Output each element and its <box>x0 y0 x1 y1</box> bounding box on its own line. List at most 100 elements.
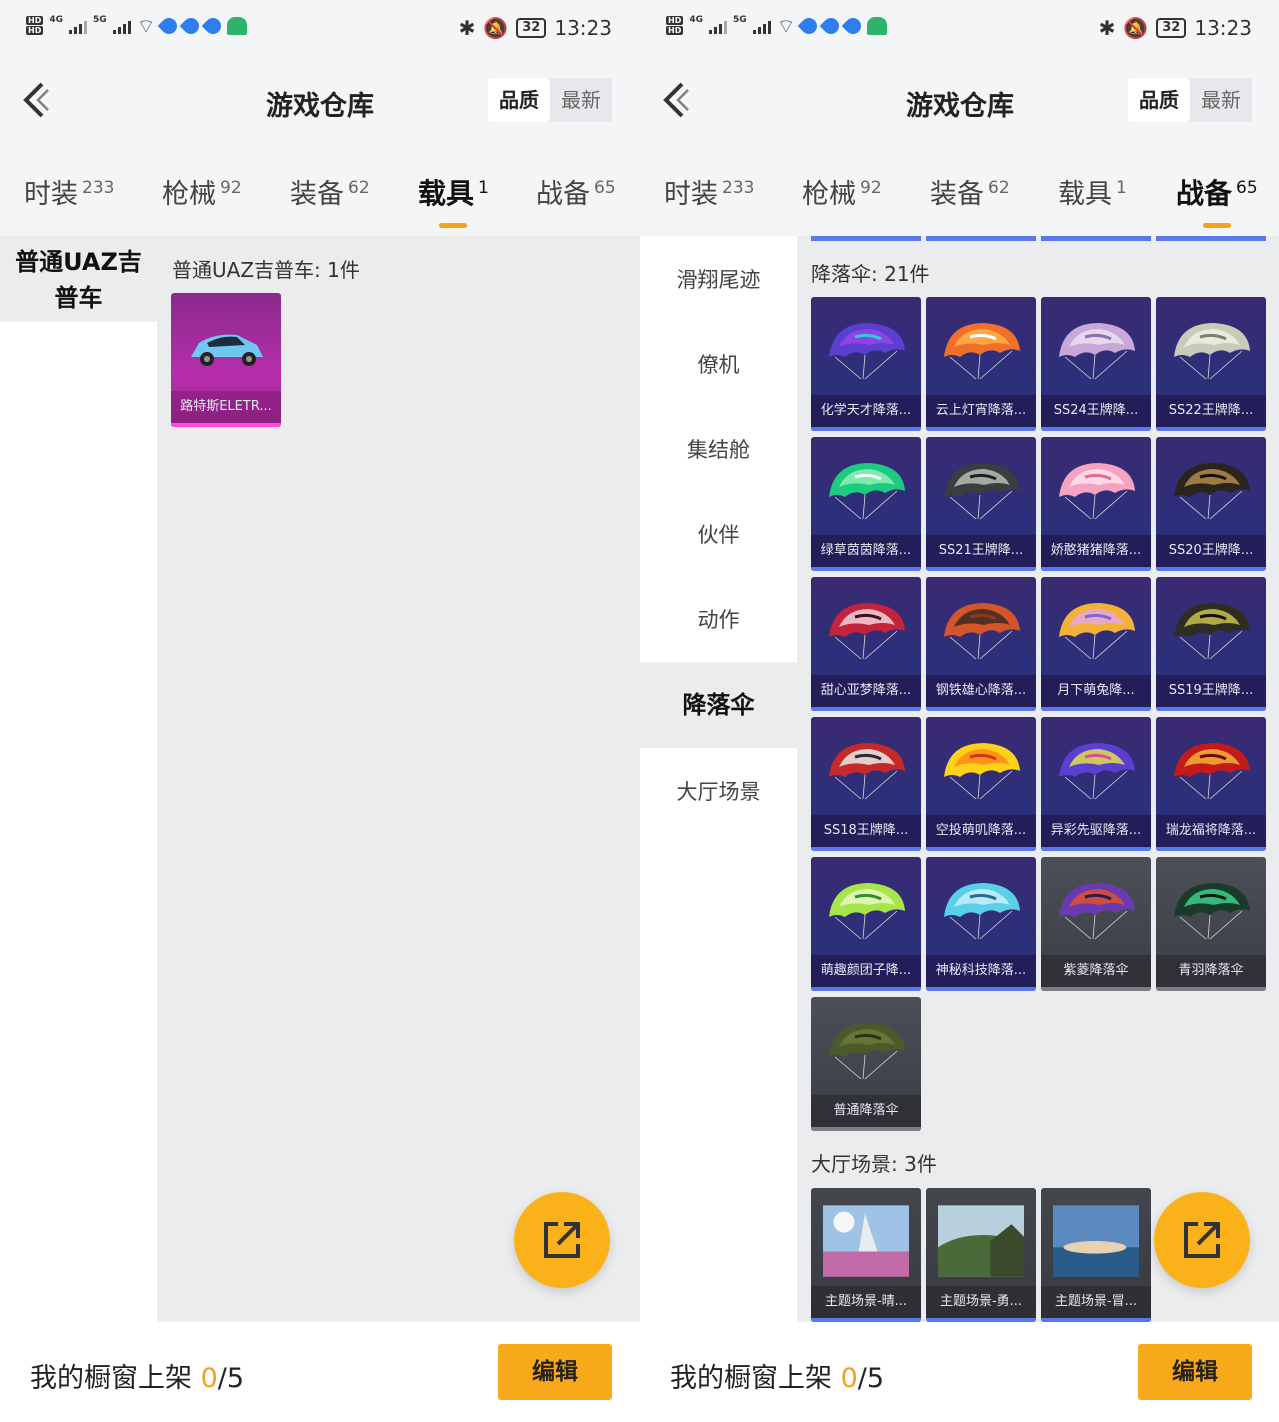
parachute-card[interactable]: SS18王牌降... <box>811 717 921 851</box>
tab-vehicles[interactable]: 载具 1 <box>1058 172 1127 211</box>
category-tabs: 时装 233 枪械 92 装备 62 载具 1 战备 65 <box>0 160 640 230</box>
rarity-bar <box>926 567 1036 571</box>
edit-button[interactable]: 编辑 <box>498 1344 612 1400</box>
parachute-card[interactable]: SS20王牌降... <box>1156 437 1266 571</box>
parachute-card[interactable]: 甜心亚梦降落... <box>811 577 921 711</box>
parachute-card[interactable]: SS19王牌降... <box>1156 577 1266 711</box>
signal-icon <box>112 18 131 34</box>
parachute-label: SS18王牌降... <box>811 815 921 847</box>
tab-fashion[interactable]: 时装 233 <box>24 172 114 211</box>
parachute-card[interactable]: 绿草茵茵降落... <box>811 437 921 571</box>
sidebar-item-glide-trail[interactable]: 滑翔尾迹 <box>640 236 797 321</box>
tab-fashion[interactable]: 时装 233 <box>664 172 754 211</box>
wifi-icon: ⌔ <box>136 14 156 38</box>
rarity-bar <box>811 707 921 711</box>
sidebar-item-companion[interactable]: 伙伴 <box>640 491 797 576</box>
tab-count: 1 <box>1116 178 1127 198</box>
parachute-label: 空投萌叽降落... <box>926 815 1036 847</box>
parachute-section-title: 降落伞: 21件 <box>811 262 930 286</box>
sort-toggle: 品质 最新 <box>1128 78 1252 122</box>
parachute-icon <box>1059 603 1135 660</box>
parachute-label: SS22王牌降... <box>1156 395 1266 427</box>
scene-label: 主题场景-晴... <box>811 1286 921 1318</box>
parachute-card[interactable]: SS22王牌降... <box>1156 297 1266 431</box>
rarity-bar <box>811 987 921 991</box>
parachute-icon <box>1174 743 1250 800</box>
tab-equipment[interactable]: 装备 62 <box>930 172 1010 211</box>
sidebar-item-uaz-jeep[interactable]: 普通UAZ吉普车 <box>0 236 157 322</box>
sidebar-item-lobby-scene[interactable]: 大厅场景 <box>640 748 797 833</box>
showcase-label: 我的橱窗上架 <box>670 1363 841 1394</box>
signal-icon <box>69 18 87 34</box>
hd-icon: HD HD <box>666 16 684 35</box>
parachute-card[interactable]: 普通降落伞 <box>811 997 921 1131</box>
scene-label: 主题场景-冒... <box>1041 1286 1151 1318</box>
parachute-label: 云上灯宵降落... <box>926 395 1036 427</box>
parachute-card[interactable]: 神秘科技降落... <box>926 857 1036 991</box>
parachute-label: 普通降落伞 <box>811 1095 921 1127</box>
rarity-bar <box>1041 707 1151 711</box>
scene-card[interactable]: 主题场景-晴... <box>811 1188 921 1322</box>
showcase-current-count: 0 <box>200 1363 218 1394</box>
android-app-icon <box>867 17 888 35</box>
parachute-icon <box>944 883 1020 940</box>
scene-card[interactable]: 主题场景-冒... <box>1041 1188 1151 1322</box>
parachute-card[interactable]: 月下萌兔降... <box>1041 577 1151 711</box>
bluetooth-icon: ✱ <box>1098 16 1116 40</box>
back-arrow-icon[interactable] <box>658 80 698 120</box>
app-notification-icon <box>798 14 821 38</box>
status-bar: HD HD 4G 5G ⌔ ✱ 🔕 32 13:23 <box>0 0 640 60</box>
tab-underline <box>439 223 468 228</box>
tab-weapons[interactable]: 枪械 92 <box>802 172 882 211</box>
sidebar-item-emote[interactable]: 动作 <box>640 576 797 661</box>
parachute-card[interactable]: 青羽降落伞 <box>1156 857 1266 991</box>
sort-newest-button[interactable]: 最新 <box>550 78 612 122</box>
sort-quality-button[interactable]: 品质 <box>1128 78 1190 122</box>
tab-equipment[interactable]: 装备 62 <box>290 172 370 211</box>
parachute-card[interactable]: 钢铁雄心降落... <box>926 577 1036 711</box>
rarity-bar <box>1156 707 1266 711</box>
parachute-icon <box>829 463 905 520</box>
scene-card[interactable]: 主题场景-勇... <box>926 1188 1036 1322</box>
share-external-icon <box>544 1222 580 1258</box>
share-button[interactable] <box>1154 1192 1250 1288</box>
app-notification-icon <box>158 14 181 38</box>
parachute-card[interactable]: SS24王牌降... <box>1041 297 1151 431</box>
tab-count: 1 <box>478 177 489 198</box>
sort-quality-button[interactable]: 品质 <box>488 78 550 122</box>
tab-count: 65 <box>1236 177 1258 198</box>
parachute-card[interactable]: SS21王牌降... <box>926 437 1036 571</box>
tab-weapons[interactable]: 枪械 92 <box>162 172 242 211</box>
parachute-card[interactable]: 化学天才降落... <box>811 297 921 431</box>
parachute-card[interactable]: 云上灯宵降落... <box>926 297 1036 431</box>
rarity-bar <box>1156 987 1266 991</box>
parachute-icon <box>829 1023 905 1080</box>
parachute-card[interactable]: 空投萌叽降落... <box>926 717 1036 851</box>
tab-count: 92 <box>860 178 882 198</box>
sort-newest-button[interactable]: 最新 <box>1190 78 1252 122</box>
sidebar-item-wingman[interactable]: 僚机 <box>640 321 797 406</box>
tab-supplies[interactable]: 战备 65 <box>536 172 616 211</box>
back-arrow-icon[interactable] <box>18 80 58 120</box>
tab-label: 载具 <box>418 177 475 210</box>
parachute-card[interactable]: 萌趣颜团子降... <box>811 857 921 991</box>
parachute-icon <box>829 743 905 800</box>
parachute-label: 娇憨猪猪降落... <box>1041 535 1151 567</box>
sidebar-item-rally-pod[interactable]: 集结舱 <box>640 406 797 491</box>
parachute-card[interactable]: 娇憨猪猪降落... <box>1041 437 1151 571</box>
parachute-card[interactable]: 异彩先驱降落... <box>1041 717 1151 851</box>
scrolled-card-edge <box>1041 236 1151 241</box>
parachute-label: 异彩先驱降落... <box>1041 815 1151 847</box>
scene-thumbnail-icon <box>1053 1205 1139 1277</box>
parachute-label: SS21王牌降... <box>926 535 1036 567</box>
parachute-card[interactable]: 瑞龙福将降落... <box>1156 717 1266 851</box>
parachute-card[interactable]: 紫菱降落伞 <box>1041 857 1151 991</box>
network-4g-label: 4G <box>49 15 63 25</box>
status-bar: HD HD 4G 5G ⌔ ✱ 🔕 32 13:23 <box>640 0 1279 60</box>
sidebar-item-parachute[interactable]: 降落伞 <box>640 662 797 748</box>
tab-vehicles[interactable]: 载具 1 <box>418 172 489 228</box>
edit-button[interactable]: 编辑 <box>1138 1344 1252 1400</box>
tab-supplies[interactable]: 战备 65 <box>1176 172 1258 228</box>
item-card[interactable]: 路特斯ELETR... <box>171 293 281 427</box>
share-button[interactable] <box>514 1192 610 1288</box>
